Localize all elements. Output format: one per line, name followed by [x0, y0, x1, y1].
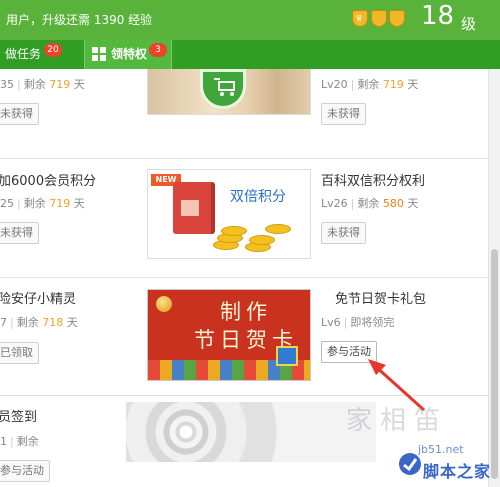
task-count-badge: 20: [44, 43, 62, 57]
user-level-number: 18: [421, 1, 455, 31]
privilege-meta: 35 | 剩余 719 天: [0, 78, 85, 91]
blurred-privilege-image[interactable]: [126, 402, 376, 462]
scrollbar-thumb[interactable]: [491, 249, 498, 479]
privilege-meta: 7 | 剩余 718 天: [0, 316, 78, 329]
privilege-meta: Lv26 | 剩余 580 天: [321, 197, 419, 210]
privilege-title[interactable]: 险安仔小精灵: [0, 288, 76, 307]
tab-label: 领特权: [111, 47, 148, 61]
privilege-title[interactable]: 百科双信积分权利: [321, 170, 425, 189]
row-divider: [0, 277, 488, 278]
claimed-button[interactable]: 已领取: [0, 342, 39, 364]
double-points-image[interactable]: NEW 双倍积分: [147, 169, 311, 259]
tab-bar: 做任务 20 领特权 3: [0, 40, 500, 69]
user-level-unit: 级: [461, 15, 477, 33]
privilege-meta: Lv6 | 即将领完: [321, 316, 395, 329]
shop-privilege-image[interactable]: [147, 69, 311, 115]
watermark-site: jb51.net: [418, 443, 464, 456]
shield-badge-icon[interactable]: [371, 10, 387, 27]
shop-badge: [200, 69, 246, 109]
tab-do-tasks[interactable]: 做任务 20: [0, 40, 74, 69]
festival-card-image[interactable]: 制作 节日贺卡: [147, 289, 311, 381]
crown-badge-icon[interactable]: ♛: [352, 10, 368, 27]
join-activity-button[interactable]: 参与活动: [0, 460, 50, 482]
not-obtained-button[interactable]: 未获得: [0, 222, 39, 244]
header-bar: 用户，升级还需 1390 经验 ♛ 18 级: [0, 0, 500, 40]
privilege-title[interactable]: 免节日贺卡礼包: [335, 288, 426, 307]
privilege-title[interactable]: 员签到: [0, 406, 37, 425]
privilege-meta: 25 | 剩余 719 天: [0, 197, 85, 210]
page: 用户，升级还需 1390 经验 ♛ 18 级 做任务 20 领特权 3 35 | 剩…: [0, 0, 500, 487]
card-text-line: 制作: [220, 300, 272, 324]
privilege-title[interactable]: 加6000会员积分: [0, 170, 96, 189]
watermark-name: 脚本之家: [423, 462, 492, 481]
row-divider: [0, 158, 488, 159]
coins-icon: [203, 220, 293, 252]
not-obtained-button[interactable]: 未获得: [0, 103, 39, 125]
shopping-cart-icon: [214, 78, 238, 96]
upgrade-status-text: 用户，升级还需 1390 经验: [6, 13, 153, 27]
vertical-scrollbar[interactable]: [488, 69, 500, 487]
grid-icon: [92, 47, 106, 61]
shield-badge-icon[interactable]: [389, 10, 405, 27]
privilege-meta: 1 | 剩余: [0, 435, 39, 448]
privilege-meta: Lv20 | 剩余 719 天: [321, 78, 419, 91]
double-points-text: 双倍积分: [230, 189, 286, 205]
privilege-count-badge: 3: [149, 43, 167, 57]
not-obtained-button[interactable]: 未获得: [321, 222, 366, 244]
gift-box-icon: [276, 346, 298, 366]
tab-label: 做任务: [5, 47, 42, 61]
tab-claim-privileges[interactable]: 领特权 3: [84, 40, 172, 69]
not-obtained-button[interactable]: 未获得: [321, 103, 366, 125]
watermark-background-text: 家相笛: [346, 406, 449, 436]
